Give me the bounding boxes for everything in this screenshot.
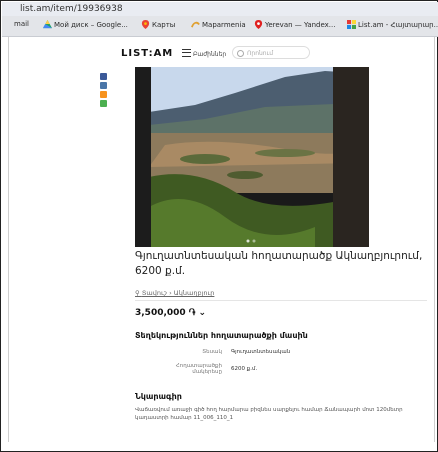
maparmenia-icon xyxy=(191,21,200,28)
hamburger-icon xyxy=(182,49,191,57)
drive-icon xyxy=(43,20,52,29)
listing-location-link[interactable]: ⚲ Տավուշ › Ակնաղբյուր xyxy=(135,289,214,297)
attribute-value: 6200 ք.մ. xyxy=(231,366,258,372)
description-heading: Նկարագիր xyxy=(135,392,182,401)
categories-menu-button[interactable]: Բաժիններ xyxy=(182,49,226,58)
attribute-label: Տեսակ xyxy=(202,349,222,355)
vk-share-icon[interactable] xyxy=(100,82,107,89)
page-content: LIST:AM Բաժիններ Որոնում Գյուղատնտեսական… xyxy=(8,37,435,442)
menu-label: Բաժիններ xyxy=(193,51,227,58)
bookmark-yandex[interactable]: Yerevan — Yandex... xyxy=(254,20,336,29)
site-header: LIST:AM Բաժիններ Որոնում xyxy=(9,37,434,69)
bookmark-label: Yerevan — Yandex... xyxy=(265,21,336,29)
search-placeholder: Որոնում xyxy=(247,50,274,57)
location-pin-icon: ⚲ xyxy=(135,289,142,297)
bookmark-label: mail xyxy=(14,20,29,28)
location-text: Տավուշ › Ակնաղբյուր xyxy=(141,289,215,297)
search-input[interactable]: Որոնում xyxy=(232,46,310,59)
bookmark-label: Карты xyxy=(152,21,176,29)
browser-window: list.am/item/19936938 mail Мой диск – Go… xyxy=(0,0,438,452)
listing-description: Վաճառվում առաջի գիծ հող հարմարա բիզնես ս… xyxy=(135,407,403,421)
site-logo[interactable]: LIST:AM xyxy=(121,48,173,59)
bookmark-label: List.am - Հայտարար... xyxy=(358,21,438,29)
search-icon xyxy=(237,50,244,57)
facebook-share-icon[interactable] xyxy=(100,73,107,80)
bookmark-google-drive[interactable]: Мой диск – Google... xyxy=(43,20,128,29)
odnoklassniki-share-icon[interactable] xyxy=(100,91,107,98)
bookmark-mail[interactable]: mail xyxy=(14,20,29,28)
bookmark-google-maps[interactable]: Карты xyxy=(141,20,175,29)
maps-pin-icon xyxy=(141,20,150,29)
listam-icon xyxy=(347,20,356,29)
bookmark-label: Мой диск – Google... xyxy=(54,21,128,29)
divider xyxy=(135,300,427,301)
bookmark-listam[interactable]: List.am - Հայտարար... xyxy=(347,20,438,29)
share-icon[interactable] xyxy=(100,100,107,107)
bookmark-maparmenia[interactable]: Maparmenia xyxy=(191,20,246,29)
listing-title: Գյուղատնտեսական հողատարածք Ակնաղբյուրում… xyxy=(135,250,423,277)
landscape-image xyxy=(135,67,369,247)
listing-price[interactable]: 3,500,000 ֏ ⌄ xyxy=(135,308,206,318)
details-heading: Տեղեկություններ հողատարածքի մասին xyxy=(135,331,308,340)
listing-photo[interactable] xyxy=(135,67,369,247)
address-bar[interactable]: list.am/item/19936938 xyxy=(2,2,438,16)
address-url: list.am/item/19936938 xyxy=(20,4,123,14)
bookmark-label: Maparmenia xyxy=(202,21,246,29)
bookmarks-bar: mail Мой диск – Google... Карты Maparmen… xyxy=(2,16,438,37)
yandex-pin-icon xyxy=(254,20,263,29)
attribute-value: Գյուղատնտեսական xyxy=(231,349,291,355)
attribute-label: Հողատարածքի մակերեսը xyxy=(175,363,222,375)
